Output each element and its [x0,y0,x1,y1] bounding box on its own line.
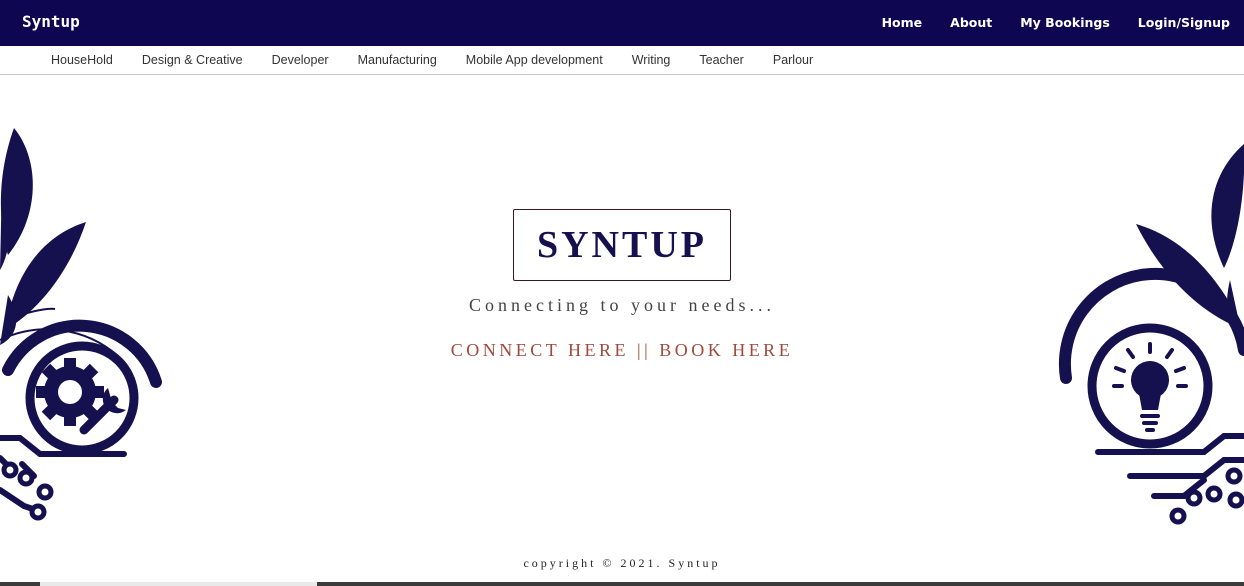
copyright-text: copyright © 2021. Syntup [523,556,721,570]
hero-title: SYNTUP [536,224,708,266]
scrollbar-thumb[interactable] [40,582,317,586]
nav-my-bookings[interactable]: My Bookings [1020,15,1110,30]
top-navbar: Syntup Home About My Bookings Login/Sign… [0,0,1244,46]
category-developer[interactable]: Developer [272,53,329,67]
brand-logo[interactable]: Syntup [22,12,80,31]
category-manufacturing[interactable]: Manufacturing [358,53,437,67]
category-bar: HouseHold Design & Creative Developer Ma… [0,46,1244,75]
cta-links: CONNECT HERE || BOOK HERE [0,340,1244,361]
lightbulb-icon [1058,144,1244,525]
cta-separator: || [636,340,652,360]
hero-title-box: SYNTUP [513,209,731,281]
gear-wrench-icon [0,128,162,521]
category-list: HouseHold Design & Creative Developer Ma… [51,53,813,67]
lightbulb-bulb [1131,361,1169,432]
top-nav: Home About My Bookings Login/Signup [882,15,1230,30]
book-here-link[interactable]: BOOK HERE [659,340,793,360]
category-teacher[interactable]: Teacher [699,53,743,67]
horizontal-scrollbar[interactable] [0,582,1244,586]
category-design-creative[interactable]: Design & Creative [142,53,243,67]
nav-login-signup[interactable]: Login/Signup [1138,15,1230,30]
category-writing[interactable]: Writing [632,53,671,67]
nav-about[interactable]: About [950,15,992,30]
nav-home[interactable]: Home [882,15,923,30]
connect-here-link[interactable]: CONNECT HERE [451,340,629,360]
category-mobile-app-development[interactable]: Mobile App development [466,53,603,67]
hero-tagline: Connecting to your needs... [469,295,775,315]
category-parlour[interactable]: Parlour [773,53,813,67]
category-household[interactable]: HouseHold [51,53,113,67]
